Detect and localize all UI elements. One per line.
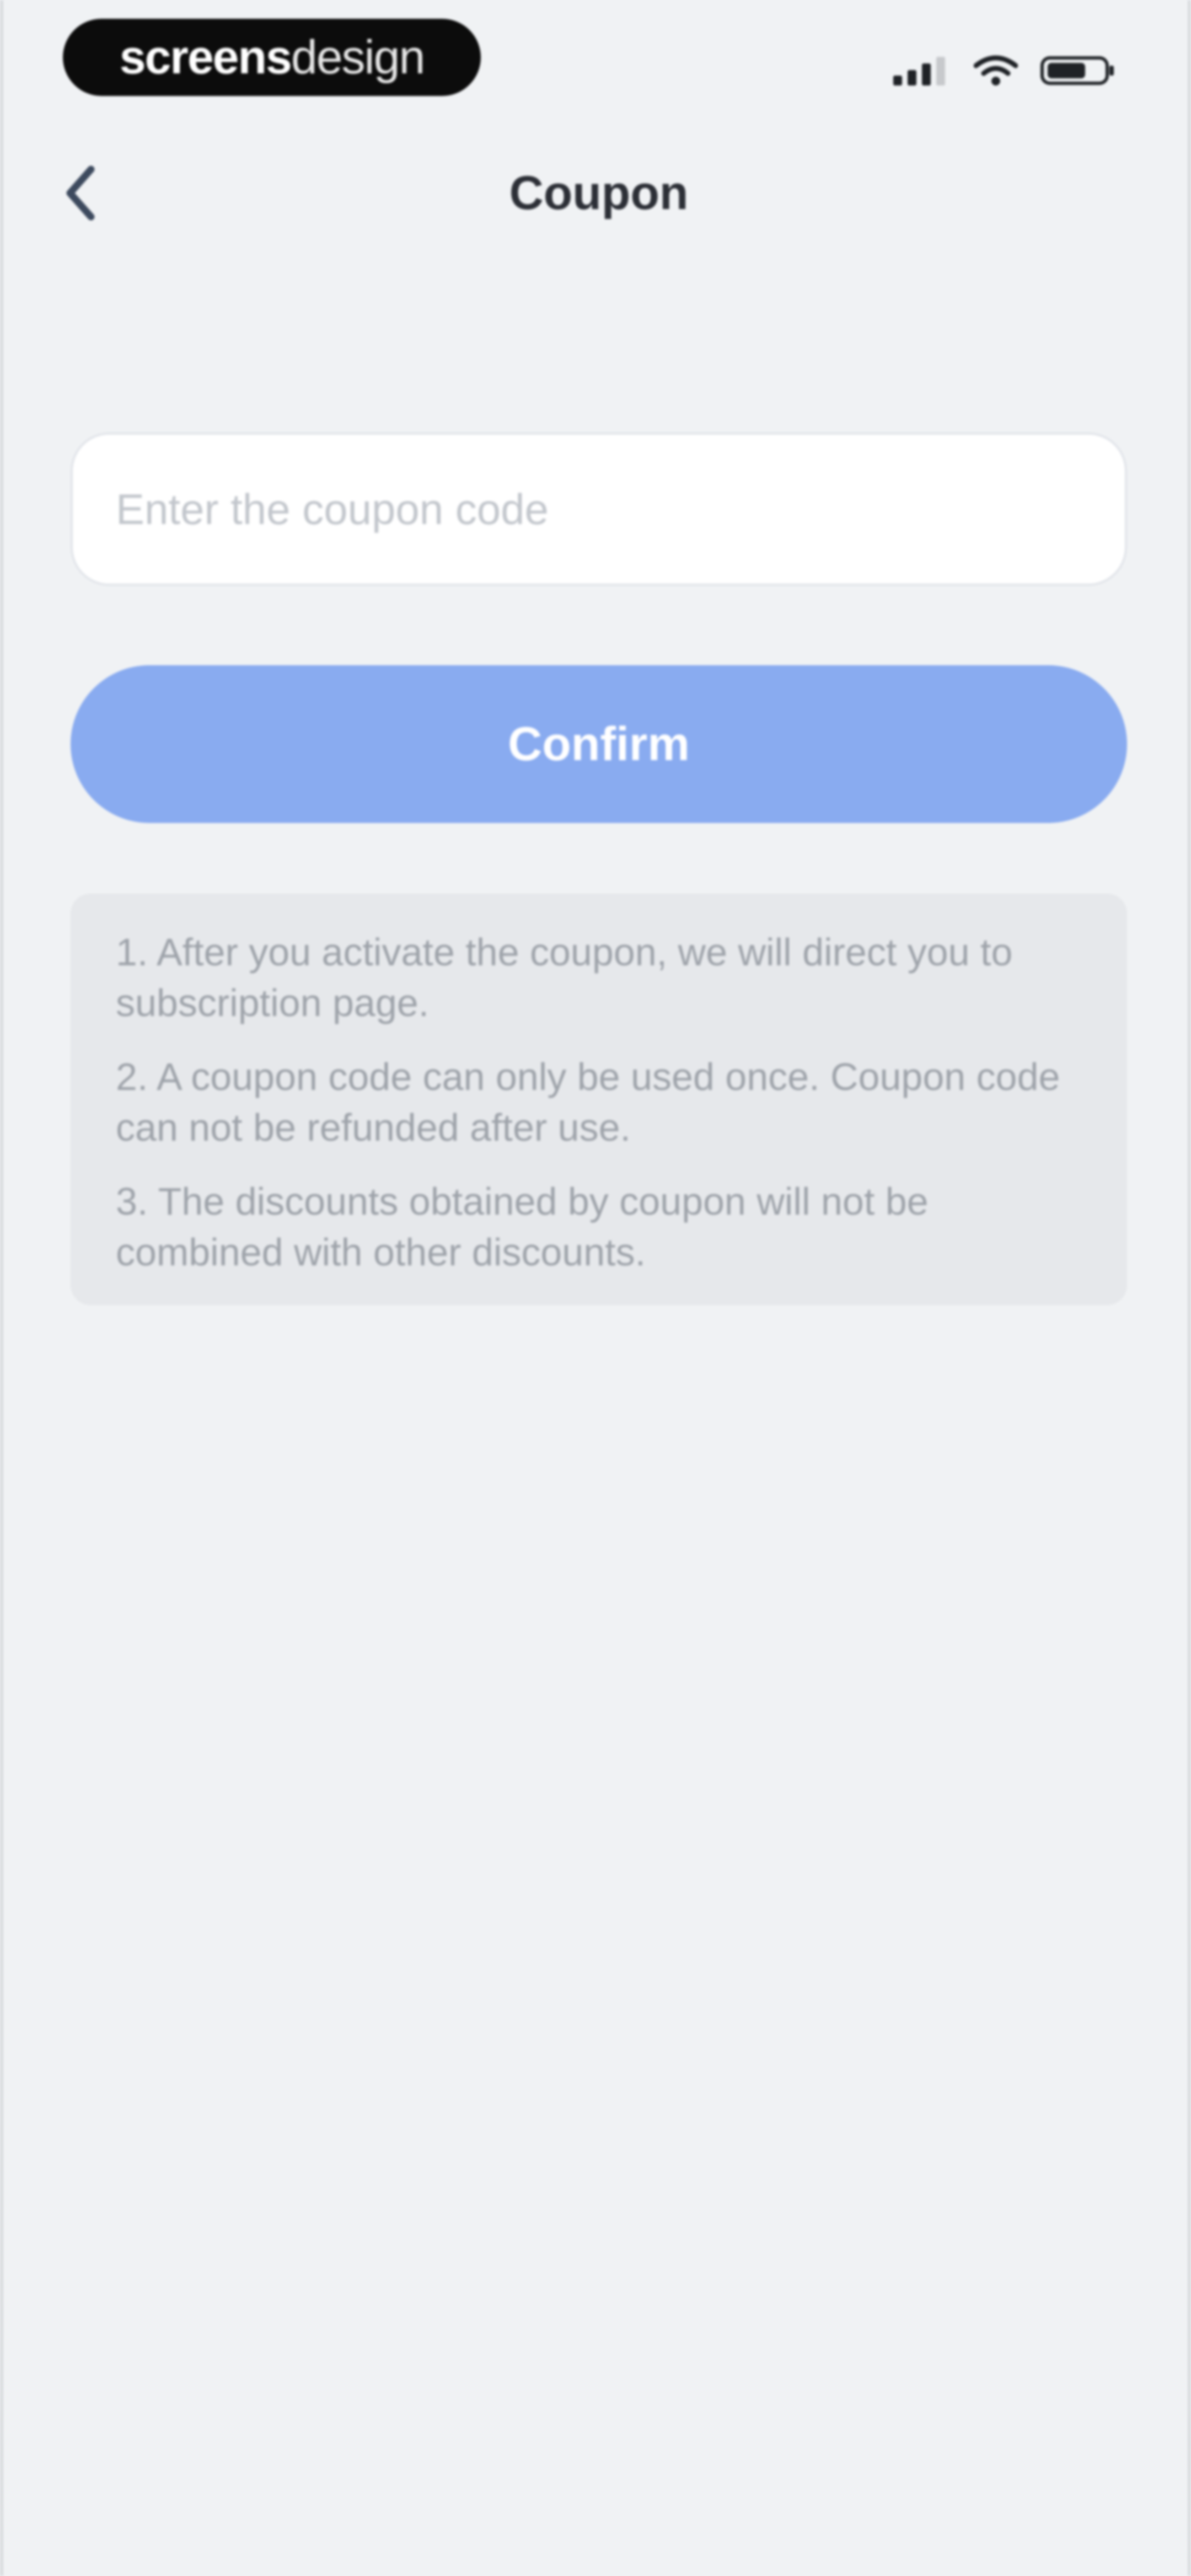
- back-button[interactable]: [47, 154, 114, 232]
- rule-item: 2. A coupon code can only be used once. …: [116, 1055, 1060, 1149]
- coupon-rules-card: 1. After you activate the coupon, we wil…: [71, 894, 1127, 1305]
- coupon-code-input[interactable]: [71, 432, 1127, 586]
- status-bar: screens design: [3, 0, 1191, 116]
- brand-logo: screens design: [63, 19, 481, 96]
- confirm-button[interactable]: Confirm: [71, 665, 1127, 823]
- brand-logo-light: design: [291, 30, 425, 84]
- chevron-left-icon: [66, 165, 95, 221]
- rule-item: 1. After you activate the coupon, we wil…: [116, 931, 1013, 1024]
- nav-bar: Coupon: [3, 132, 1191, 254]
- coupon-screen: screens design Coupon Enter the coupon c…: [0, 0, 1191, 2576]
- page-title: Coupon: [509, 167, 689, 220]
- signal-icon: [893, 57, 945, 85]
- status-icons: [891, 51, 1117, 89]
- brand-logo-strong: screens: [119, 30, 292, 84]
- rule-item: 3. The discounts obtained by coupon will…: [116, 1180, 929, 1274]
- battery-icon: [1040, 56, 1114, 85]
- wifi-icon: [974, 55, 1018, 85]
